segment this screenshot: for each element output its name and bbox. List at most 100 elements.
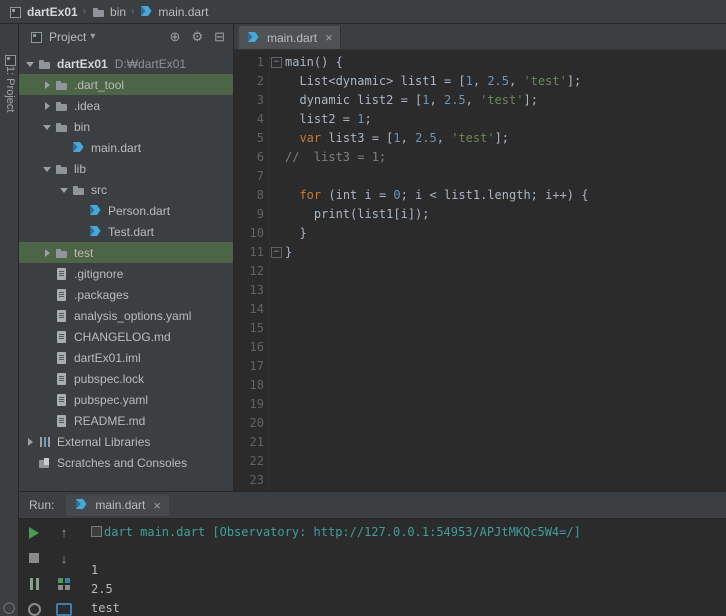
down-button[interactable]: ↓	[56, 552, 72, 566]
breadcrumb-item-bin[interactable]: bin	[89, 4, 128, 20]
tree-item-analysis-options-yaml[interactable]: analysis_options.yaml	[19, 305, 233, 326]
gear-icon[interactable]: ⚙	[191, 29, 203, 45]
stop-button[interactable]	[26, 552, 42, 566]
code-token: ,	[400, 131, 416, 145]
project-view-title[interactable]: Project	[49, 30, 86, 44]
tree-item-idea[interactable]: .idea	[19, 95, 233, 116]
tree-item-pubspec-yaml[interactable]: pubspec.yaml	[19, 389, 233, 410]
chevron-down-icon[interactable]	[41, 119, 54, 135]
monitor-button[interactable]	[56, 602, 72, 616]
tree-item-dart-tool[interactable]: .dart_tool	[19, 74, 233, 95]
code-line: }	[285, 224, 726, 243]
tree-item-test[interactable]: test	[19, 242, 233, 263]
tree-item-label: main.dart	[91, 140, 142, 155]
chevron-right-icon[interactable]	[24, 434, 37, 450]
module-icon	[8, 4, 24, 20]
editor-tab-main-dart[interactable]: main.dart ×	[239, 26, 341, 49]
tree-item-lib[interactable]: lib	[19, 158, 233, 179]
toolwindow-switcher-icon[interactable]: ◯	[3, 601, 15, 614]
console-command-line: dart main.dart [Observatory: http://127.…	[91, 523, 726, 542]
chevron-right-icon[interactable]	[41, 98, 54, 114]
chevron-down-icon[interactable]	[24, 56, 37, 72]
up-button[interactable]: ↑	[56, 526, 72, 540]
code-line: var list3 = [1, 2.5, 'test'];	[285, 129, 726, 148]
fold-column: − −	[270, 53, 283, 491]
code-token: print(list1[i]);	[285, 207, 430, 221]
code-token: (int i =	[321, 188, 394, 202]
tree-item-changelog-md[interactable]: CHANGELOG.md	[19, 326, 233, 347]
line-number: 9	[256, 207, 264, 221]
code-token: main() {	[285, 55, 343, 69]
code-token: 0	[393, 188, 401, 202]
code-token: 'test'	[480, 93, 524, 107]
breadcrumb-separator: ›	[82, 6, 87, 17]
run-tab-main-dart[interactable]: main.dart ×	[66, 494, 169, 516]
fold-marker[interactable]: −	[270, 243, 283, 262]
tree-item-scratches-and-consoles[interactable]: Scratches and Consoles	[19, 452, 233, 473]
file-icon	[54, 413, 70, 429]
tree-item-gitignore[interactable]: .gitignore	[19, 263, 233, 284]
tree-item-dartex01-iml[interactable]: dartEx01.iml	[19, 347, 233, 368]
code-token: // list3 = 1;	[285, 150, 387, 164]
chevron-right-icon[interactable]	[41, 77, 54, 93]
fold-marker[interactable]: −	[270, 53, 283, 72]
chevron-down-icon[interactable]: ▾	[90, 31, 95, 42]
chevron-down-icon[interactable]	[58, 182, 71, 198]
line-number: 6	[256, 150, 264, 164]
chevron-down-icon[interactable]	[41, 161, 54, 177]
circle-button[interactable]	[26, 602, 42, 616]
file-icon	[54, 329, 70, 345]
code-line: main() {	[285, 53, 726, 72]
run-console[interactable]: dart main.dart [Observatory: http://127.…	[85, 519, 726, 616]
tree-item-test-dart[interactable]: Test.dart	[19, 221, 233, 242]
tree-item-person-dart[interactable]: Person.dart	[19, 200, 233, 221]
tree-item-dartex01[interactable]: dartEx01 D:₩dartEx01	[19, 53, 233, 74]
code-token: list2 =	[285, 112, 358, 126]
chevron-right-icon[interactable]	[41, 245, 54, 261]
folder-icon	[37, 56, 53, 72]
layout-button[interactable]	[56, 577, 72, 591]
console-output-line: 1	[91, 563, 99, 577]
code-line: // list3 = 1;	[285, 148, 726, 167]
code-line: list2 = 1;	[285, 110, 726, 129]
tree-item-main-dart[interactable]: main.dart	[19, 137, 233, 158]
fold-minus-icon: −	[271, 57, 282, 68]
tree-item-label: .gitignore	[74, 266, 124, 281]
editor-tabbar: main.dart ×	[234, 24, 726, 50]
project-toolwindow-button[interactable]: 1: Project	[4, 66, 16, 112]
project-panel-header: Project ▾ ⊕ ⚙ ⊟	[19, 24, 233, 49]
run-button[interactable]	[26, 526, 42, 540]
breadcrumb-item-dartex01[interactable]: dartEx01	[6, 4, 80, 20]
console-command-text: dart main.dart [Observatory: http://127.…	[104, 525, 581, 539]
tree-item-bin[interactable]: bin	[19, 116, 233, 137]
breadcrumb-item-main-dart[interactable]: main.dart	[137, 4, 210, 20]
pause-button[interactable]	[26, 577, 42, 591]
code-line: dynamic list2 = [1, 2.5, 'test'];	[285, 91, 726, 110]
code-token: ; i < list1.length; i++) {	[400, 188, 589, 202]
code-area[interactable]: main() { List<dynamic> list1 = [1, 2.5, …	[283, 53, 726, 491]
locate-icon[interactable]: ⊕	[170, 29, 181, 45]
tree-item-pubspec-lock[interactable]: pubspec.lock	[19, 368, 233, 389]
code-token: 2.5	[443, 93, 466, 107]
close-icon[interactable]: ×	[153, 499, 161, 512]
pause-icon	[29, 577, 40, 590]
close-icon[interactable]: ×	[325, 31, 333, 44]
tree-item-label: dartEx01.iml	[74, 350, 141, 365]
tree-item-external-libraries[interactable]: External Libraries	[19, 431, 233, 452]
tree-item-packages[interactable]: .packages	[19, 284, 233, 305]
editor-body[interactable]: 1 2 3 4 5 6 7 8 9 10 11 12 13 14 15 16 17 18 19 20 21 22 23 − −…	[234, 50, 726, 491]
project-toolwindow-icon[interactable]	[3, 52, 16, 66]
collapse-icon[interactable]: ⊟	[214, 29, 225, 45]
dart-icon	[246, 30, 262, 46]
tree-item-label: dartEx01	[57, 56, 108, 71]
tree-item-readme-md[interactable]: README.md	[19, 410, 233, 431]
tree-item-src[interactable]: src	[19, 179, 233, 200]
library-icon	[37, 434, 53, 450]
